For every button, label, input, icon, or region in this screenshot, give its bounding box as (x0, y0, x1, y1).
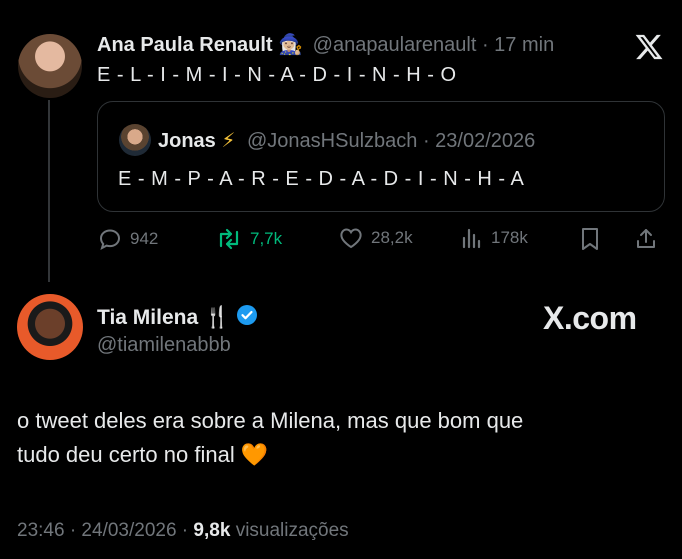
tweet2-text-line2-text: tudo deu certo no final (17, 442, 235, 467)
avatar-tia-milena[interactable] (17, 294, 83, 360)
quote-author-name[interactable]: Jonas (158, 130, 216, 152)
tweet1-header: Ana Paula Renault 🧙🏼‍♀️ @anapaularenault… (97, 32, 554, 57)
quote-author-handle[interactable]: @JonasHSulzbach (247, 130, 417, 152)
like-count: 28,2k (371, 228, 413, 247)
like-button[interactable]: 28,2k (339, 227, 413, 249)
quote-author-emoji: ⚡ (221, 130, 236, 152)
xcom-watermark: X.com (543, 300, 637, 336)
repost-count: 7,7k (250, 229, 283, 248)
heart-icon (339, 227, 363, 249)
author-handle[interactable]: @tiamilenabbb (97, 334, 231, 357)
tweet-time[interactable]: · 17 min (482, 34, 554, 56)
orange-heart-emoji: 🧡 (240, 442, 269, 467)
avatar-jonas[interactable] (119, 124, 151, 156)
quoted-tweet[interactable] (97, 101, 665, 212)
repost-icon (216, 227, 242, 251)
reply-icon (98, 227, 122, 251)
author-handle[interactable]: @anapaularenault (313, 34, 477, 56)
views-button[interactable]: 178k (461, 227, 528, 249)
views-label: visualizações (235, 520, 349, 541)
share-button[interactable] (634, 227, 658, 251)
bookmark-icon (580, 227, 600, 251)
quote-date: · 23/02/2026 (422, 130, 536, 152)
bookmark-button[interactable] (580, 227, 600, 251)
quote-header: Jonas ⚡ @JonasHSulzbach · 23/02/2026 (158, 128, 535, 153)
author-name[interactable]: Ana Paula Renault (97, 34, 273, 56)
author-emoji: 🍴 (204, 306, 231, 329)
tweet-timestamp[interactable]: 23:46 · 24/03/2026 · (17, 520, 188, 541)
tweet2-meta: 23:46 · 24/03/2026 · 9,8k visualizações (17, 520, 349, 542)
thread-line (48, 100, 50, 282)
views-count-bold: 9,8k (193, 520, 231, 541)
tweet1-text: E - L - I - M - I - N - A - D - I - N - … (97, 64, 457, 86)
reply-button[interactable]: 942 (98, 227, 158, 251)
analytics-icon (461, 227, 483, 249)
quote-text: E - M - P - A - R - E - D - A - D - I - … (118, 168, 525, 190)
share-icon (634, 227, 658, 251)
repost-button[interactable]: 7,7k (216, 227, 282, 251)
author-name[interactable]: Tia Milena (97, 306, 198, 330)
avatar-ana-paula[interactable] (18, 34, 82, 98)
x-logo-icon[interactable] (634, 32, 664, 62)
reply-count: 942 (130, 229, 159, 248)
author-emoji: 🧙🏼‍♀️ (278, 34, 304, 56)
tweet2-text-line1: o tweet deles era sobre a Milena, mas qu… (17, 408, 524, 433)
views-count: 178k (491, 228, 528, 247)
verified-badge-icon (236, 304, 258, 332)
tweet2-text-line2: tudo deu certo no final 🧡 (17, 442, 268, 468)
tweet2-header: Tia Milena 🍴 (97, 304, 258, 332)
